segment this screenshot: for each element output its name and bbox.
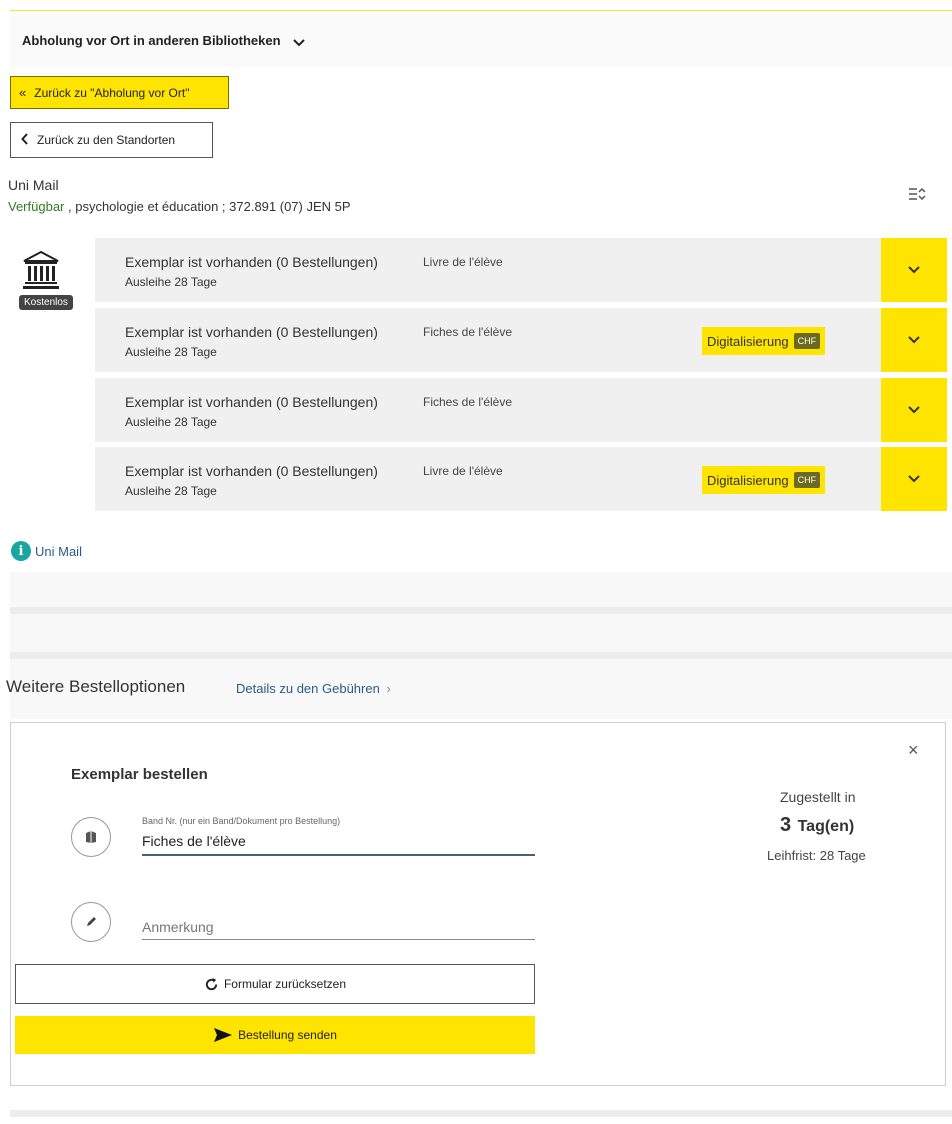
item-volume: Livre de l'élève [423,255,503,269]
order-title: Exemplar bestellen [71,766,208,783]
back-to-locations-button[interactable]: Zurück zu den Standorten [10,122,213,158]
item-loan: Ausleihe 28 Tage [125,415,217,429]
volume-input[interactable]: Fiches de l'élève [142,833,246,849]
item-volume: Livre de l'élève [423,464,503,478]
close-icon[interactable]: × [908,740,919,761]
expand-button[interactable] [881,308,947,372]
digitize-label: Digitalisierung [707,333,789,349]
note-input[interactable]: Anmerkung [142,919,214,935]
delivery-days: 3 [780,814,792,836]
item-volume: Fiches de l'élève [423,395,513,409]
double-chevron-left-icon: « [19,85,27,100]
chevron-left-icon [21,132,29,148]
divider [10,1110,952,1117]
volume-input-underline [142,854,535,856]
book-icon [71,817,111,857]
spacer-band [10,614,952,652]
currency-badge: CHF [793,333,821,349]
volume-field-label: Band Nr. (nur ein Band/Dokument pro Best… [142,816,341,826]
delivery-unit: Tag(en) [797,818,855,835]
availability-status: Verfügbar [8,199,65,214]
reset-form-button[interactable]: Formular zurücksetzen [15,964,535,1004]
delivery-label: Zugestellt in [780,789,856,805]
expand-button[interactable] [881,378,947,442]
sort-icon[interactable] [908,186,926,207]
digitize-button[interactable]: Digitalisierung CHF [702,327,826,355]
divider [10,652,952,659]
item-row: Exemplar ist vorhanden (0 Bestellungen) … [95,447,947,511]
item-row: Exemplar ist vorhanden (0 Bestellungen) … [95,308,947,372]
chevron-down-icon [908,336,920,344]
item-status: Exemplar ist vorhanden (0 Bestellungen) [125,324,378,340]
send-order-label: Bestellung senden [238,1028,337,1042]
item-status: Exemplar ist vorhanden (0 Bestellungen) [125,463,378,479]
section-header[interactable]: Abholung vor Ort in anderen Bibliotheken [10,11,952,67]
location-details: Verfügbar , psychologie et éducation ; 3… [8,199,351,214]
expand-button[interactable] [881,447,947,511]
send-icon [214,1028,233,1042]
pencil-icon [71,902,111,942]
library-building-icon [22,250,60,295]
item-loan: Ausleihe 28 Tage [125,345,217,359]
fees-details-label: Details zu den Gebühren [236,681,380,696]
location-name: Uni Mail [8,177,59,193]
info-link-label: Uni Mail [35,543,82,559]
back-to-pickup-button[interactable]: « Zurück zu "Abholung vor Ort" [10,76,229,109]
item-volume: Fiches de l'élève [423,325,513,339]
delivery-time: 3 Tag(en) [780,814,854,837]
digitize-button[interactable]: Digitalisierung CHF [702,466,826,494]
spacer-band [10,572,952,607]
section-title: Abholung vor Ort in anderen Bibliotheken [22,33,281,48]
loan-period: Leihfrist: 28 Tage [767,848,866,863]
send-order-button[interactable]: Bestellung senden [15,1016,535,1054]
item-row: Exemplar ist vorhanden (0 Bestellungen) … [95,238,947,302]
expand-button[interactable] [881,238,947,302]
item-loan: Ausleihe 28 Tage [125,275,217,289]
digitize-label: Digitalisierung [707,472,789,488]
divider [10,607,952,614]
back-to-locations-label: Zurück zu den Standorten [37,133,176,147]
location-info-link[interactable]: i Uni Mail [11,541,82,561]
fees-details-link[interactable]: Details zu den Gebühren › [236,681,391,696]
note-input-underline [142,939,535,940]
chevron-down-icon [908,475,920,483]
item-row: Exemplar ist vorhanden (0 Bestellungen) … [95,378,947,442]
reset-form-label: Formular zurücksetzen [223,977,347,991]
currency-badge: CHF [793,472,821,488]
chevron-down-icon[interactable] [293,35,305,53]
info-icon: i [11,541,31,561]
location-callnumber: , psychologie et éducation ; 372.891 (07… [64,199,351,214]
item-status: Exemplar ist vorhanden (0 Bestellungen) [125,254,378,270]
chevron-down-icon [908,406,920,414]
back-to-pickup-label: Zurück zu "Abholung vor Ort" [34,85,190,100]
chevron-down-icon [908,266,920,274]
more-options-title: Weitere Bestelloptionen [6,677,186,696]
item-status: Exemplar ist vorhanden (0 Bestellungen) [125,394,378,410]
chevron-right-icon: › [386,681,391,696]
refresh-icon [205,977,218,990]
item-loan: Ausleihe 28 Tage [125,484,217,498]
free-badge: Kostenlos [19,295,73,310]
